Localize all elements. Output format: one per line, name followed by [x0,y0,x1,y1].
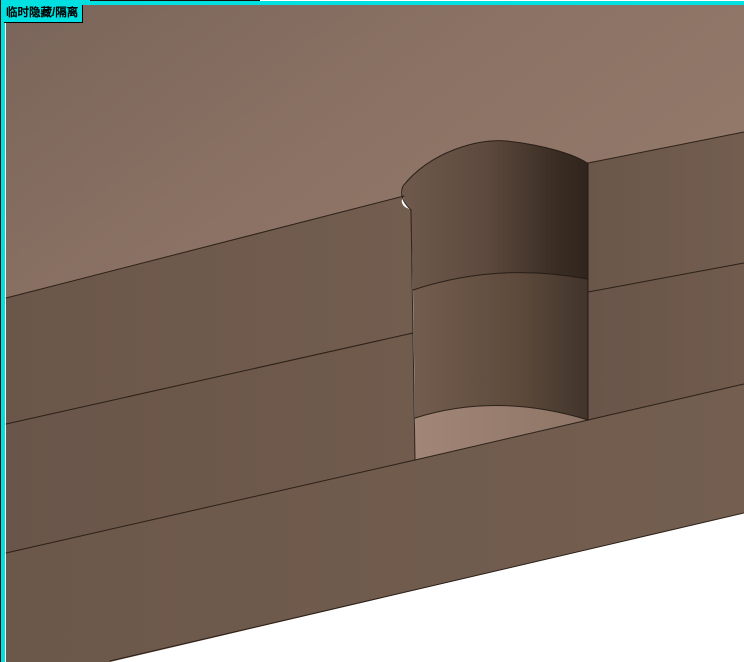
cad-viewport: 临时隐藏/隔离 [0,0,744,662]
hole-wall-upper[interactable] [402,140,588,290]
viewport-border-top [0,1,744,5]
hole-wall-lower[interactable] [413,272,588,420]
temp-hide-isolate-label: 临时隐藏/隔离 [4,5,84,23]
viewport-border-left [1,1,5,662]
part-3d-render [0,0,744,662]
